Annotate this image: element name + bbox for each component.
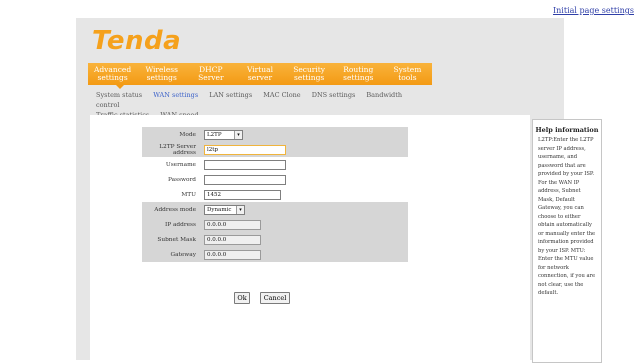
- subnav-dns-settings[interactable]: DNS settings: [312, 91, 356, 99]
- password-label: Password: [168, 176, 196, 183]
- gateway-input[interactable]: 0.0.0.0: [204, 250, 261, 260]
- ok-button[interactable]: Ok: [234, 292, 250, 304]
- address-mode-label: Address mode: [154, 206, 196, 213]
- nav-virtual-server[interactable]: Virtual server: [235, 63, 284, 85]
- server-label: L2TP Server address: [159, 143, 196, 156]
- router-page: Tenda Advanced settings Wireless setting…: [76, 18, 602, 363]
- mask-row: Subnet Mask 0.0.0.0: [142, 232, 408, 247]
- main-nav: Advanced settings Wireless settings DHCP…: [88, 63, 432, 85]
- subnav-mac-clone[interactable]: MAC Clone: [263, 91, 300, 99]
- username-input[interactable]: [204, 160, 286, 170]
- nav-routing-settings[interactable]: Routing settings: [334, 63, 383, 85]
- server-address-input[interactable]: l2tp: [204, 145, 286, 155]
- chevron-down-icon: ▾: [236, 206, 244, 214]
- mode-row: Mode L2TP ▾: [142, 127, 408, 142]
- address-mode-select[interactable]: Dynamic ▾: [204, 205, 245, 215]
- help-panel: Help information L2TP:Enter the L2TP ser…: [532, 119, 602, 363]
- chevron-down-icon: ▾: [234, 131, 242, 139]
- wan-settings-panel: Mode L2TP ▾ L2TP Server address l2tp Use…: [90, 115, 530, 360]
- subnav-lan-settings[interactable]: LAN settings: [209, 91, 252, 99]
- initial-page-settings-link[interactable]: Initial page settings: [553, 6, 634, 15]
- help-title: Help information: [535, 126, 599, 134]
- mode-select[interactable]: L2TP ▾: [204, 130, 243, 140]
- ip-address-input[interactable]: 0.0.0.0: [204, 220, 261, 230]
- gateway-label: Gateway: [170, 251, 196, 258]
- password-row: Password: [142, 172, 408, 187]
- help-text: L2TP:Enter the L2TP server IP address, u…: [538, 137, 596, 296]
- subnav-system-status[interactable]: System status: [96, 91, 142, 99]
- nav-wireless-settings[interactable]: Wireless settings: [137, 63, 186, 85]
- mask-label: Subnet Mask: [157, 236, 196, 243]
- cancel-button[interactable]: Cancel: [260, 292, 290, 304]
- ip-label: IP address: [164, 221, 196, 228]
- tenda-logo: Tenda: [92, 26, 182, 56]
- address-mode-row: Address mode Dynamic ▾: [142, 202, 408, 217]
- mode-label: Mode: [179, 131, 196, 138]
- browser-top-strip: Initial page settings: [0, 0, 640, 18]
- server-row: L2TP Server address l2tp: [142, 142, 408, 157]
- username-label: Username: [165, 161, 196, 168]
- nav-security-settings[interactable]: Security settings: [285, 63, 334, 85]
- password-input[interactable]: [204, 175, 286, 185]
- mtu-label: MTU: [181, 191, 196, 198]
- gateway-row: Gateway 0.0.0.0: [142, 247, 408, 262]
- ip-row: IP address 0.0.0.0: [142, 217, 408, 232]
- nav-advanced-settings[interactable]: Advanced settings: [88, 63, 137, 85]
- active-nav-pointer: [116, 85, 124, 89]
- nav-system-tools[interactable]: System tools: [383, 63, 432, 85]
- subnav-wan-settings[interactable]: WAN settings: [153, 91, 198, 99]
- wan-form: Mode L2TP ▾ L2TP Server address l2tp Use…: [142, 127, 408, 262]
- username-row: Username: [142, 157, 408, 172]
- nav-dhcp-server[interactable]: DHCP Server: [186, 63, 235, 85]
- mtu-input[interactable]: 1452: [204, 190, 281, 200]
- mtu-row: MTU 1452: [142, 187, 408, 202]
- subnet-mask-input[interactable]: 0.0.0.0: [204, 235, 261, 245]
